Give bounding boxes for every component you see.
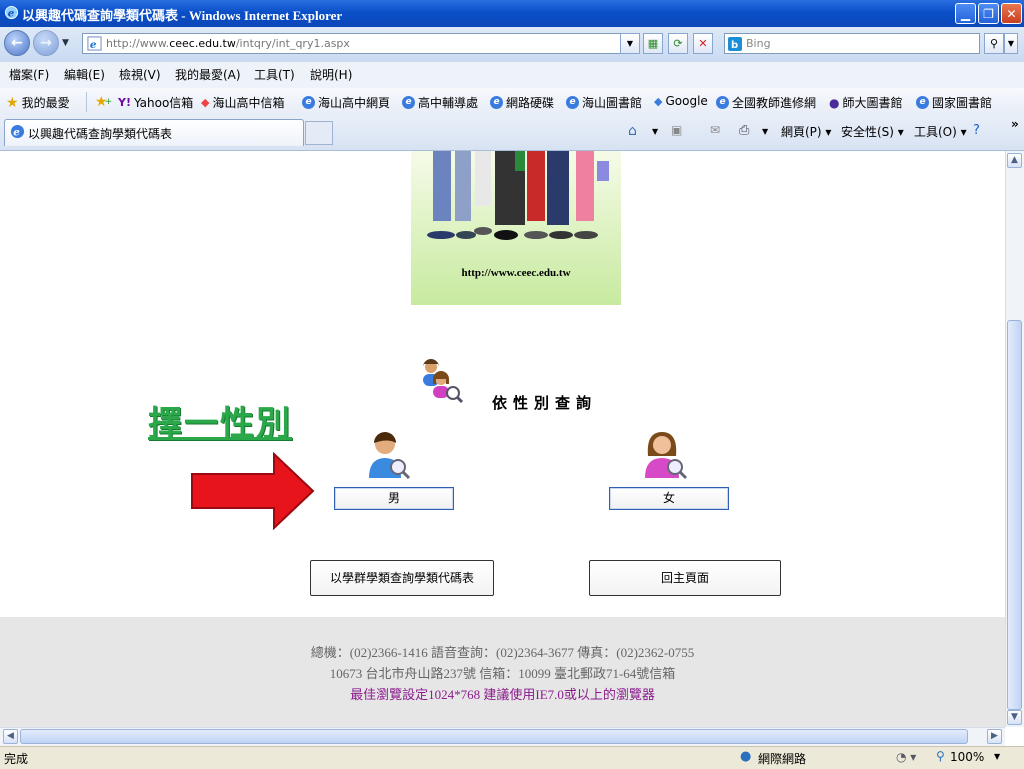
minimize-button[interactable]: ▁ [955, 3, 976, 24]
close-button[interactable]: ✕ [1001, 3, 1022, 24]
menu-tools[interactable]: 工具(T) [254, 66, 295, 83]
globe-icon: ● [829, 95, 840, 110]
menu-help[interactable]: 說明(H) [310, 66, 352, 83]
stop-icon[interactable]: ✕ [693, 33, 713, 54]
yahoo-icon: Y! [118, 96, 131, 109]
ie-page-icon: e [490, 96, 503, 109]
ie-page-icon: e [916, 96, 929, 109]
ie-page-icon: e [566, 96, 579, 109]
banner-url-text: http://www.ceec.edu.tw [461, 267, 571, 279]
protected-mode-icon[interactable]: ◔ ▾ [896, 750, 916, 764]
fav-google[interactable]: ◆ Google [654, 94, 708, 108]
fav-haishan-web[interactable]: e 海山高中網頁 [302, 94, 390, 111]
search-options-icon[interactable]: ▼ [1004, 33, 1018, 54]
security-zone: 網際網路 [758, 752, 807, 766]
fav-haishan-mail[interactable]: ◆ 海山高中信箱 [201, 94, 284, 111]
scroll-up-arrow[interactable]: ▲ [1007, 153, 1022, 168]
page-icon: e [87, 36, 102, 51]
scroll-left-arrow[interactable]: ◀ [3, 729, 18, 744]
refresh-icon[interactable]: ⟳ [668, 33, 688, 54]
url-dropdown-button[interactable]: ▼ [620, 33, 640, 54]
window-title: 以興趣代碼查詢學類代碼表 - Windows Internet Explorer [22, 8, 343, 23]
ie-logo-icon: e [4, 5, 19, 19]
female-button[interactable]: 女 [609, 487, 729, 510]
fav-teacher-training[interactable]: e 全國教師進修網 [716, 94, 816, 111]
print-icon[interactable]: ⎙ [739, 123, 749, 138]
new-tab-button[interactable] [305, 121, 333, 145]
zoom-dropdown-icon[interactable]: ▼ [994, 752, 1000, 761]
ie-page-icon: e [716, 96, 729, 109]
fav-yahoo-mail[interactable]: Y! Yahoo信箱 [118, 94, 193, 111]
fav-network-drive[interactable]: e 網路硬碟 [490, 94, 554, 111]
url-text: http://www.ceec.edu.tw/intqry/int_qry1.a… [106, 37, 350, 50]
bing-logo-icon: b [728, 37, 742, 51]
home-page-button[interactable]: 回主頁面 [589, 560, 781, 596]
add-favorite-icon[interactable]: ★ + [95, 94, 112, 110]
mail-icon[interactable]: ✉ [710, 123, 720, 137]
scroll-right-arrow[interactable]: ▶ [987, 729, 1002, 744]
svg-text:e: e [90, 39, 97, 51]
title-bar: e 以興趣代碼查詢學類代碼表 - Windows Internet Explor… [0, 0, 1024, 27]
google-icon: ◆ [654, 94, 663, 108]
google-icon: ◆ [201, 96, 210, 109]
history-dropdown-icon[interactable]: ▼ [62, 38, 69, 48]
query-by-gender-title: 依性別查詢 [492, 394, 598, 412]
menu-favorites[interactable]: 我的最愛(A) [175, 66, 241, 83]
tab-label: 以興趣代碼查詢學類代碼表 [28, 127, 173, 141]
svg-text:e: e [13, 127, 20, 139]
ie-page-icon: e [402, 96, 415, 109]
people-illustration [411, 151, 621, 305]
footer-contact: 總機：(02)2366-1416 語音查詢：(02)2364-3677 傳真：(… [310, 645, 695, 660]
home-icon[interactable]: ⌂ [628, 123, 637, 139]
fav-library[interactable]: e 海山圖書館 [566, 94, 642, 111]
menu-view[interactable]: 檢視(V) [119, 66, 161, 83]
menu-file[interactable]: 檔案(F) [9, 66, 49, 83]
people-search-icon [423, 359, 464, 404]
fav-national-library[interactable]: e 國家圖書館 [916, 94, 992, 111]
status-text: 完成 [4, 752, 29, 766]
banner-image [411, 151, 621, 305]
fav-counseling[interactable]: e 高中輔導處 [402, 94, 478, 111]
home-dropdown-icon[interactable]: ▼ [652, 127, 658, 136]
footer-browser-note: 最佳瀏覽設定1024*768 建議使用IE7.0或以上的瀏覽器 [350, 687, 655, 702]
compat-view-icon[interactable]: ▦ [643, 33, 663, 54]
ie-page-icon: e [302, 96, 315, 109]
scroll-down-arrow[interactable]: ▼ [1007, 710, 1022, 725]
tools-menu-button[interactable]: 工具(O) ▾ [914, 123, 967, 140]
male-user-icon [369, 432, 411, 480]
page-menu-button[interactable]: 網頁(P) ▾ [781, 123, 831, 140]
female-user-icon [645, 432, 688, 480]
male-button[interactable]: 男 [334, 487, 454, 510]
favorites-button[interactable]: ★ 我的最愛 [6, 94, 70, 111]
more-commands-button[interactable]: » [1011, 117, 1019, 131]
query-by-group-button[interactable]: 以學群學類查詢學類代碼表 [310, 560, 494, 596]
horizontal-scroll-thumb[interactable] [20, 729, 968, 744]
red-arrow-icon [191, 452, 315, 530]
status-bar [0, 746, 1024, 769]
print-dropdown-icon[interactable]: ▼ [762, 127, 768, 136]
fav-ntnu-library[interactable]: ● 師大圖書館 [829, 94, 903, 111]
internet-zone-icon: ● [740, 749, 752, 764]
search-icon[interactable]: ⚲ [984, 33, 1004, 54]
feeds-icon[interactable]: ▣ [671, 123, 682, 137]
divider [86, 92, 87, 112]
zoom-icon[interactable]: ⚲ [936, 749, 945, 763]
zoom-level[interactable]: 100% [950, 750, 984, 764]
menu-edit[interactable]: 編輯(E) [64, 66, 105, 83]
safety-menu-button[interactable]: 安全性(S) ▾ [841, 123, 904, 140]
footer-address: 10673 台北市舟山路237號 信箱：10099 臺北郵政71-64號信箱 [329, 666, 676, 681]
svg-text:e: e [8, 7, 15, 19]
vertical-scroll-thumb[interactable] [1007, 320, 1022, 710]
annotation-label: 擇一性別 [148, 404, 292, 444]
svg-text:b: b [731, 40, 738, 51]
help-icon[interactable]: ? [973, 123, 980, 138]
forward-button[interactable]: → [33, 30, 59, 56]
search-placeholder: Bing [746, 37, 771, 50]
star-icon: ★ [6, 94, 19, 111]
ie-page-icon: e [10, 124, 25, 139]
maximize-button[interactable]: ❐ [978, 3, 999, 24]
back-button[interactable]: ← [4, 30, 30, 56]
